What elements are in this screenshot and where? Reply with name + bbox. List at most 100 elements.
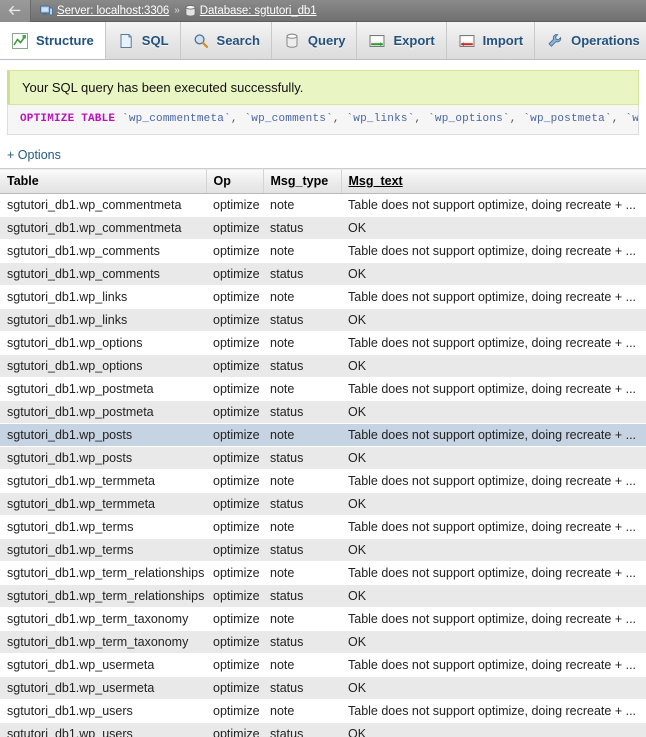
column-header-msg-text-label: Msg_text: [348, 174, 403, 188]
table-row[interactable]: sgtutori_db1.wp_usermeta optimize status OK: [0, 676, 646, 700]
table-row[interactable]: sgtutori_db1.wp_postmeta optimize status OK: [0, 400, 646, 424]
row-cell-msg-type: status: [263, 584, 341, 608]
tab-sql[interactable]: SQL: [106, 22, 181, 59]
table-row[interactable]: sgtutori_db1.wp_comments optimize status OK: [0, 262, 646, 286]
table-row[interactable]: sgtutori_db1.wp_term_taxonomy optimize sta…: [0, 630, 646, 654]
row-cell-msg-type: status: [263, 446, 341, 470]
database-icon: [185, 4, 196, 17]
import-icon: [458, 32, 476, 50]
row-cell-op: optimize: [206, 308, 263, 332]
table-row[interactable]: sgtutori_db1.wp_posts optimize note Table d…: [0, 423, 646, 447]
column-header-msg-type[interactable]: Msg_type: [263, 168, 342, 194]
row-cell-op: optimize: [206, 285, 263, 309]
row-cell-msg-type: status: [263, 354, 341, 378]
table-row[interactable]: sgtutori_db1.wp_users optimize status OK: [0, 722, 646, 737]
sql-table-name: `wp_commentmeta`: [122, 113, 231, 125]
table-row[interactable]: sgtutori_db1.wp_options optimize status OK: [0, 354, 646, 378]
breadcrumb-database-link[interactable]: Database: sgtutori_db1: [200, 5, 317, 17]
row-cell-msg-text: OK: [341, 722, 646, 737]
results-table: Table Op Msg_type Msg_text sgtutori_db1.…: [0, 168, 646, 737]
row-cell-msg-type: note: [263, 653, 341, 677]
row-cell-msg-text: OK: [341, 584, 646, 608]
tab-export[interactable]: Export: [357, 22, 447, 59]
row-cell-msg-type: status: [263, 400, 341, 424]
row-cell-table: sgtutori_db1.wp_users: [0, 722, 206, 737]
results-header-row: Table Op Msg_type Msg_text: [0, 168, 646, 194]
operations-icon: [546, 32, 564, 50]
row-cell-msg-text: Table does not support optimize, doing r…: [341, 469, 646, 493]
row-cell-table: sgtutori_db1.wp_commentmeta: [0, 193, 206, 217]
table-row[interactable]: sgtutori_db1.wp_options optimize note Table…: [0, 331, 646, 355]
row-cell-op: optimize: [206, 262, 263, 286]
executed-sql-query[interactable]: OPTIMIZE TABLE `wp_commentmeta`, `wp_com…: [7, 105, 639, 135]
table-row[interactable]: sgtutori_db1.wp_commentmeta optimize statu…: [0, 216, 646, 240]
row-cell-table: sgtutori_db1.wp_postmeta: [0, 400, 206, 424]
tab-operations-label: Operations: [571, 33, 640, 48]
row-cell-table: sgtutori_db1.wp_terms: [0, 515, 206, 539]
row-cell-msg-text: OK: [341, 354, 646, 378]
row-cell-msg-type: note: [263, 607, 341, 631]
table-row[interactable]: sgtutori_db1.wp_comments optimize note Tabl…: [0, 239, 646, 263]
back-button[interactable]: [0, 0, 31, 22]
row-cell-msg-text: OK: [341, 630, 646, 654]
row-cell-op: optimize: [206, 722, 263, 737]
table-row[interactable]: sgtutori_db1.wp_usermeta optimize note Tabl…: [0, 653, 646, 677]
table-row[interactable]: sgtutori_db1.wp_term_relationships optimi…: [0, 584, 646, 608]
row-cell-table: sgtutori_db1.wp_usermeta: [0, 676, 206, 700]
table-row[interactable]: sgtutori_db1.wp_terms optimize status OK: [0, 538, 646, 562]
options-toggle-link[interactable]: + Options: [7, 148, 61, 162]
table-row[interactable]: sgtutori_db1.wp_postmeta optimize note Tabl…: [0, 377, 646, 401]
row-cell-table: sgtutori_db1.wp_comments: [0, 239, 206, 263]
row-cell-msg-type: status: [263, 676, 341, 700]
row-cell-msg-type: status: [263, 492, 341, 516]
column-header-msg-text[interactable]: Msg_text: [341, 168, 646, 194]
row-cell-msg-text: Table does not support optimize, doing r…: [341, 699, 646, 723]
row-cell-table: sgtutori_db1.wp_posts: [0, 446, 206, 470]
tab-structure-label: Structure: [36, 33, 94, 48]
sql-table-name: `wp_postmeta`: [523, 113, 612, 125]
breadcrumb-server-link[interactable]: Server: localhost:3306: [57, 5, 169, 17]
tab-operations[interactable]: Operations: [535, 22, 646, 59]
row-cell-msg-text: OK: [341, 446, 646, 470]
sql-table-name: `wp_options`: [428, 113, 510, 125]
row-cell-op: optimize: [206, 653, 263, 677]
main-tab-bar: Structure SQL Search Query Export Import…: [0, 22, 646, 60]
row-cell-table: sgtutori_db1.wp_usermeta: [0, 653, 206, 677]
tab-structure[interactable]: Structure: [0, 22, 106, 59]
table-row[interactable]: sgtutori_db1.wp_term_taxonomy optimize not…: [0, 607, 646, 631]
tab-query[interactable]: Query: [272, 22, 358, 59]
row-cell-msg-text: Table does not support optimize, doing r…: [341, 239, 646, 263]
row-cell-op: optimize: [206, 423, 263, 447]
table-row[interactable]: sgtutori_db1.wp_links optimize note Table d…: [0, 285, 646, 309]
row-cell-op: optimize: [206, 469, 263, 493]
table-row[interactable]: sgtutori_db1.wp_termmeta optimize note Tabl…: [0, 469, 646, 493]
row-cell-msg-type: status: [263, 538, 341, 562]
row-cell-msg-text: OK: [341, 308, 646, 332]
row-cell-op: optimize: [206, 676, 263, 700]
column-header-op[interactable]: Op: [206, 168, 264, 194]
row-cell-op: optimize: [206, 515, 263, 539]
query-icon: [283, 32, 301, 50]
table-row[interactable]: sgtutori_db1.wp_posts optimize status OK: [0, 446, 646, 470]
tab-sql-label: SQL: [141, 33, 169, 48]
row-cell-msg-text: Table does not support optimize, doing r…: [341, 515, 646, 539]
row-cell-msg-text: Table does not support optimize, doing r…: [341, 653, 646, 677]
tab-import[interactable]: Import: [447, 22, 536, 59]
table-row[interactable]: sgtutori_db1.wp_term_relationships optimi…: [0, 561, 646, 585]
row-cell-op: optimize: [206, 193, 263, 217]
tab-search[interactable]: Search: [181, 22, 272, 59]
table-row[interactable]: sgtutori_db1.wp_termmeta optimize status OK: [0, 492, 646, 516]
row-cell-table: sgtutori_db1.wp_postmeta: [0, 377, 206, 401]
sql-table-name: `wp_links`: [346, 113, 415, 125]
breadcrumb-bar: Server: localhost:3306 » Database: sgtut…: [0, 0, 646, 22]
row-cell-op: optimize: [206, 538, 263, 562]
row-cell-table: sgtutori_db1.wp_terms: [0, 538, 206, 562]
table-row[interactable]: sgtutori_db1.wp_users optimize note Table d…: [0, 699, 646, 723]
column-header-table[interactable]: Table: [0, 168, 207, 194]
table-row[interactable]: sgtutori_db1.wp_commentmeta optimize note T…: [0, 193, 646, 217]
row-cell-msg-type: note: [263, 469, 341, 493]
row-cell-table: sgtutori_db1.wp_term_relationships: [0, 561, 206, 585]
table-row[interactable]: sgtutori_db1.wp_links optimize status OK: [0, 308, 646, 332]
table-row[interactable]: sgtutori_db1.wp_terms optimize note Table d…: [0, 515, 646, 539]
results-body: sgtutori_db1.wp_commentmeta optimize note T…: [0, 193, 646, 737]
